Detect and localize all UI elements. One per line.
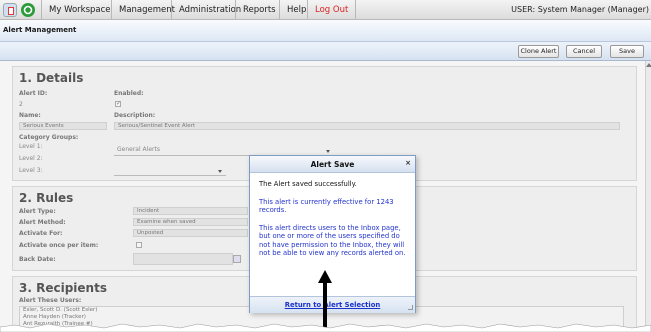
alert-id-value: 2 [19, 101, 23, 108]
level1-value: General Alerts [117, 146, 160, 153]
page-title-bar: Alert Management [0, 20, 651, 42]
enabled-checkbox[interactable] [115, 100, 121, 107]
back-date-label: Back Date: [19, 256, 56, 263]
level1-chevron-down-icon[interactable] [326, 150, 330, 153]
alert-type-label: Alert Type: [19, 208, 56, 215]
alert-type-field[interactable]: Incident [133, 207, 248, 215]
alert-method-field[interactable]: Examine when saved [133, 218, 248, 226]
close-icon[interactable]: × [405, 159, 411, 167]
enabled-label: Enabled: [114, 90, 144, 97]
dialog-footer: Return to Alert Selection [250, 296, 415, 313]
name-field[interactable]: Serious Events [19, 122, 107, 130]
page-scrollbar[interactable] [645, 61, 651, 332]
level3-chevron-down-icon[interactable] [218, 170, 222, 173]
category-groups-label: Category Groups: [19, 134, 79, 141]
torn-edge-decoration [0, 323, 651, 332]
dialog-body: The Alert saved successfully. This alert… [259, 180, 409, 267]
top-nav: My Workspace Management Administration R… [0, 0, 651, 20]
save-button[interactable]: Save [610, 45, 644, 58]
refresh-icon[interactable] [21, 3, 35, 17]
rules-heading: 2. Rules [19, 191, 74, 205]
activate-once-checkbox[interactable] [136, 242, 142, 248]
nav-my-workspace[interactable]: My Workspace [41, 0, 118, 20]
resize-grip-icon[interactable] [408, 305, 413, 310]
level3-dropdown[interactable] [114, 175, 226, 176]
activate-for-label: Activate For: [19, 230, 63, 237]
level2-label: Level 2: [19, 155, 43, 162]
description-field[interactable]: Serious/Sentinel Event Alert [114, 122, 620, 130]
alert-id-label: Alert ID: [19, 90, 48, 97]
effective-records-message: This alert is currently effective for 12… [259, 197, 394, 215]
scroll-up-icon[interactable] [646, 63, 651, 67]
dialog-header: Alert Save × [250, 156, 415, 173]
toolbar: Clone Alert Cancel Save [0, 42, 651, 61]
user-label: USER: System Manager (Manager) [511, 5, 649, 14]
return-to-alert-selection-link[interactable]: Return to Alert Selection [250, 301, 415, 309]
activate-for-field[interactable]: Unposted [133, 229, 248, 237]
back-date-field[interactable] [133, 253, 233, 265]
activate-once-label: Activate once per item: [19, 242, 99, 249]
level1-label: Level 1: [19, 143, 43, 150]
cancel-button[interactable]: Cancel [566, 45, 602, 58]
permission-warning-message: This alert directs users to the Inbox pa… [259, 223, 406, 258]
back-icon[interactable] [3, 3, 17, 17]
alert-save-dialog: Alert Save × The Alert saved successfull… [249, 155, 416, 313]
alert-method-label: Alert Method: [19, 219, 66, 226]
level3-label: Level 3: [19, 167, 43, 174]
details-heading: 1. Details [19, 71, 84, 85]
description-label: Description: [114, 112, 156, 119]
nav-log-out[interactable]: Log Out [307, 0, 357, 20]
back-date-dropdown-button[interactable] [233, 255, 241, 263]
dialog-title: Alert Save [310, 160, 355, 169]
page-title: Alert Management [3, 26, 77, 34]
recipients-heading: 3. Recipients [19, 281, 107, 295]
clone-alert-button[interactable]: Clone Alert [518, 45, 559, 58]
name-label: Name: [19, 112, 41, 119]
nav-reports[interactable]: Reports [235, 0, 283, 20]
save-success-message: The Alert saved successfully. [259, 180, 357, 188]
alert-users-label: Alert These Users: [19, 297, 82, 304]
